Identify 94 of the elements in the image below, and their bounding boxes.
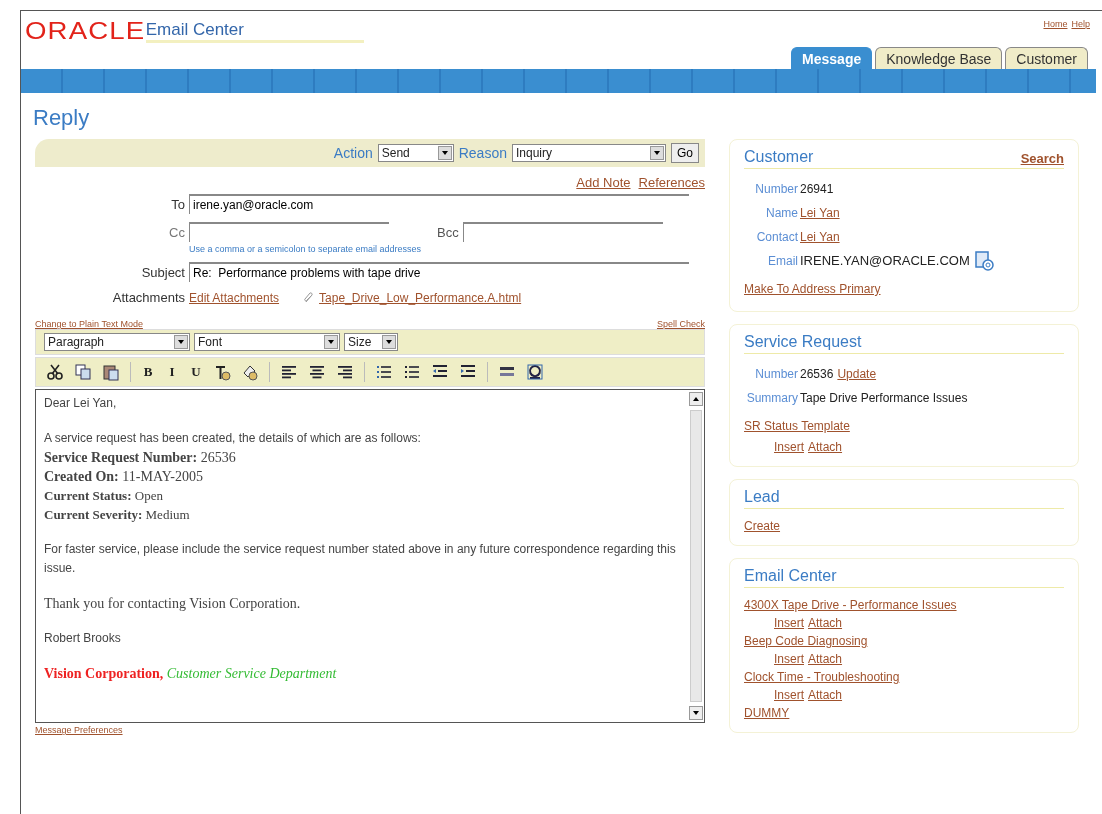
message-text: Dear Lei Yan, xyxy=(44,395,118,412)
link[interactable]: Spell Check xyxy=(656,319,705,329)
link[interactable]: Message Preferences xyxy=(35,725,705,735)
field-label: Number xyxy=(754,366,799,383)
address-book-icon[interactable] xyxy=(973,250,996,272)
link[interactable]: Beep Code Diagnosing xyxy=(744,634,868,648)
go-button[interactable]: Go xyxy=(671,143,699,163)
name-link[interactable]: Lei Yan xyxy=(800,201,840,225)
link[interactable]: Change to Plain Text Mode xyxy=(35,319,143,329)
subject-field[interactable]: Re: Performance problems with tape drive xyxy=(189,262,689,282)
update-link[interactable]: Update xyxy=(837,362,877,386)
panel-title: Customer xyxy=(744,148,814,166)
panel-title: Service Request xyxy=(744,333,862,351)
link[interactable]: Attach xyxy=(808,650,843,668)
panel-title: Email Center xyxy=(744,567,837,585)
edit-attachments-link[interactable]: Edit Attachments xyxy=(189,290,280,305)
tab[interactable]: Customer xyxy=(1005,47,1088,69)
paste-icon[interactable] xyxy=(102,363,120,381)
scroll-up-icon[interactable] xyxy=(689,392,703,406)
link[interactable]: DUMMY xyxy=(744,706,790,720)
align-center-icon[interactable] xyxy=(308,363,326,381)
field-label: Attachments xyxy=(111,290,186,305)
to-field[interactable]: irene.yan@oracle.com xyxy=(189,194,689,214)
format-dropdown[interactable]: Size xyxy=(344,333,398,351)
field-label: To xyxy=(170,196,186,212)
message-editor[interactable] xyxy=(35,389,705,723)
field-value: IRENE.YAN@ORACLE.COM xyxy=(800,252,970,270)
field-value: 26536 xyxy=(800,366,834,383)
app-title: Email Center xyxy=(145,20,364,43)
field-value: Tape Drive Performance Issues xyxy=(800,390,968,407)
link[interactable]: Attach xyxy=(808,438,843,456)
page-title: Reply xyxy=(33,105,91,131)
format-dropdown[interactable]: Paragraph xyxy=(44,333,190,351)
field-label: Reason xyxy=(458,145,507,161)
link[interactable]: 4300X Tape Drive - Performance Issues xyxy=(744,598,957,612)
field-label: Email xyxy=(767,253,799,270)
tab[interactable]: Message xyxy=(791,47,873,69)
link[interactable]: Clock Time - Troubleshooting xyxy=(744,670,900,684)
bullet-list-icon[interactable] xyxy=(403,363,421,381)
text-color-icon[interactable] xyxy=(213,363,231,381)
format-button[interactable]: I xyxy=(165,364,179,380)
field-label: Contact xyxy=(755,229,799,246)
copy-icon[interactable] xyxy=(74,363,92,381)
tab[interactable]: Knowledge Base xyxy=(875,47,1003,69)
link[interactable]: Make To Address Primary xyxy=(744,282,881,296)
name-link[interactable]: Lei Yan xyxy=(800,225,840,249)
link[interactable]: References xyxy=(638,175,705,190)
reason-dropdown[interactable]: Inquiry xyxy=(512,144,666,162)
message-text: Service Request Number: 26536 xyxy=(44,449,237,467)
paperclip-icon xyxy=(303,291,316,304)
link[interactable]: Add Note xyxy=(576,175,631,190)
message-text: Thank you for contacting Vision Corporation. xyxy=(44,595,302,613)
message-text: Current Severity: Medium xyxy=(44,506,191,524)
field-label: Summary xyxy=(745,390,799,407)
field-label: Number xyxy=(754,181,799,198)
hint-text: Use a comma or a semicolon to separate email addresses xyxy=(189,244,423,254)
action-dropdown[interactable]: Send xyxy=(377,144,454,162)
message-text: Created On: 11-MAY-2005 xyxy=(44,468,204,486)
message-text: Current Status: Open xyxy=(44,487,164,505)
format-button[interactable]: B xyxy=(141,364,155,380)
field-value: 26941 xyxy=(800,181,834,198)
attachment-link[interactable]: Tape_Drive_Low_Performance.A.html xyxy=(319,290,522,305)
message-text: Robert Brooks xyxy=(44,630,122,647)
link[interactable]: Insert xyxy=(774,614,804,632)
link[interactable]: Attach xyxy=(808,686,843,704)
global-link[interactable]: Home xyxy=(1043,19,1068,29)
link[interactable]: Create xyxy=(744,519,781,533)
global-link[interactable]: Help xyxy=(1071,19,1090,29)
format-dropdown[interactable]: Font xyxy=(194,333,340,351)
message-text: For faster service, please include the service request number stated above in any future correspondence regarding this issue. xyxy=(44,541,677,577)
field-label: Subject xyxy=(140,264,186,280)
field-label: Cc xyxy=(168,224,186,240)
link[interactable]: Insert xyxy=(774,650,804,668)
format-button[interactable]: U xyxy=(189,364,203,380)
signature-line: Vision Corporation, Customer Service Department xyxy=(44,665,338,683)
link[interactable]: Attach xyxy=(808,614,843,632)
panel-title: Lead xyxy=(744,488,780,506)
align-right-icon[interactable] xyxy=(336,363,354,381)
numbered-list-icon[interactable] xyxy=(375,363,393,381)
align-left-icon[interactable] xyxy=(280,363,298,381)
link[interactable]: Insert xyxy=(774,686,804,704)
highlight-icon[interactable] xyxy=(241,363,259,381)
field-label: Bcc xyxy=(437,224,459,240)
logo: ORACLE xyxy=(25,19,146,43)
link[interactable]: Insert xyxy=(774,438,804,456)
link[interactable]: SR Status Template xyxy=(744,419,850,433)
scrollbar[interactable] xyxy=(690,410,702,702)
search-link[interactable]: Search xyxy=(1020,151,1064,166)
field-label: Action xyxy=(333,145,373,161)
field-label: Name xyxy=(765,205,799,222)
scroll-down-icon[interactable] xyxy=(689,706,703,720)
message-text: A service request has been created, the details of which are as follows: xyxy=(44,430,422,447)
omega-icon[interactable] xyxy=(526,363,544,381)
cut-icon[interactable] xyxy=(46,363,64,381)
